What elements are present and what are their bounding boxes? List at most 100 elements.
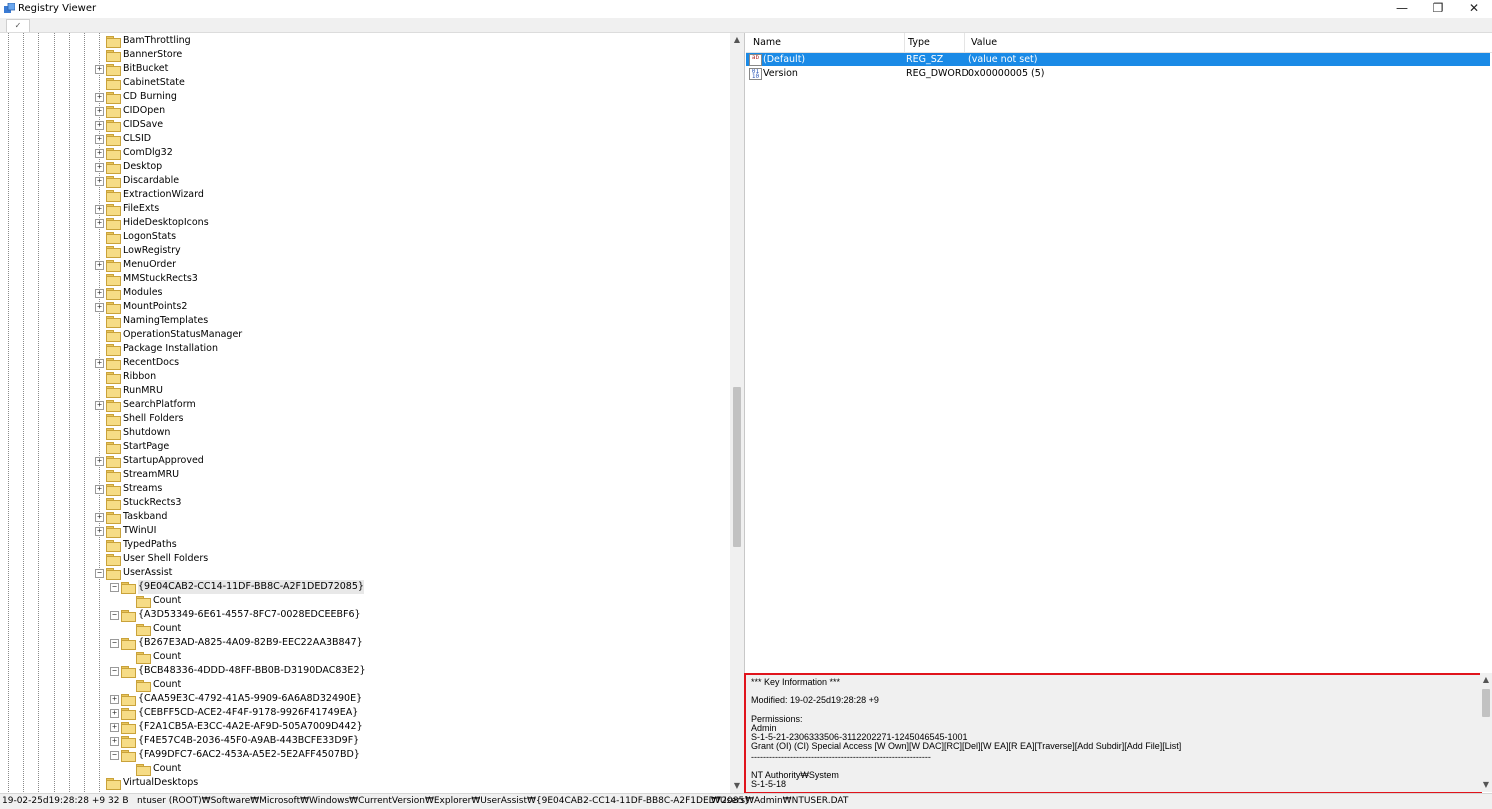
tree-item[interactable]: StartPage xyxy=(0,440,720,454)
collapse-icon[interactable]: − xyxy=(110,583,119,592)
info-scroll-thumb[interactable] xyxy=(1482,689,1490,717)
tree-item[interactable]: BamThrottling xyxy=(0,34,720,48)
expand-icon[interactable]: + xyxy=(110,737,119,746)
expand-icon[interactable]: + xyxy=(95,527,104,536)
tree-item[interactable]: NamingTemplates xyxy=(0,314,720,328)
expand-icon[interactable]: + xyxy=(95,401,104,410)
tree-scrollbar[interactable]: ▲ ▼ xyxy=(730,33,744,793)
tree-item[interactable]: + TWinUI xyxy=(0,524,720,538)
expand-icon[interactable]: + xyxy=(95,107,104,116)
collapse-icon[interactable]: − xyxy=(110,751,119,760)
expand-icon[interactable]: + xyxy=(95,135,104,144)
toolbar-tab[interactable]: ✓ xyxy=(6,19,30,32)
tree-item[interactable]: Count xyxy=(0,650,720,664)
scroll-up-icon[interactable]: ▲ xyxy=(1480,673,1492,687)
tree-item[interactable]: TypedPaths xyxy=(0,538,720,552)
expand-icon[interactable]: + xyxy=(95,457,104,466)
tree-item[interactable]: + CLSID xyxy=(0,132,720,146)
collapse-icon[interactable]: − xyxy=(110,611,119,620)
collapse-icon[interactable]: − xyxy=(95,569,104,578)
expand-icon[interactable]: + xyxy=(95,219,104,228)
tree-item[interactable]: + {CAA59E3C-4792-41A5-9909-6A6A8D32490E} xyxy=(0,692,720,706)
tree-item[interactable]: Package Installation xyxy=(0,342,720,356)
tree-item[interactable]: + Streams xyxy=(0,482,720,496)
expand-icon[interactable]: + xyxy=(95,513,104,522)
expand-icon[interactable]: + xyxy=(110,723,119,732)
minimize-button[interactable]: — xyxy=(1384,0,1420,18)
tree-item[interactable]: − {A3D53349-6E61-4557-8FC7-0028EDCEEBF6} xyxy=(0,608,720,622)
tree-item[interactable]: + MenuOrder xyxy=(0,258,720,272)
expand-icon[interactable]: + xyxy=(95,485,104,494)
collapse-icon[interactable]: − xyxy=(110,667,119,676)
tree-item[interactable]: Ribbon xyxy=(0,370,720,384)
restore-button[interactable]: ❐ xyxy=(1420,0,1456,18)
tree-item[interactable]: MMStuckRects3 xyxy=(0,272,720,286)
tree-item[interactable]: Shell Folders xyxy=(0,412,720,426)
expand-icon[interactable]: + xyxy=(95,289,104,298)
tree-item[interactable]: Count xyxy=(0,678,720,692)
info-scrollbar[interactable]: ▲ ▼ xyxy=(1480,673,1492,792)
tree-item[interactable]: − {9E04CAB2-CC14-11DF-BB8C-A2F1DED72085} xyxy=(0,580,720,594)
collapse-icon[interactable]: − xyxy=(110,639,119,648)
tree-item[interactable]: + Desktop xyxy=(0,160,720,174)
tree-item[interactable]: Count xyxy=(0,622,720,636)
tree-scroll-thumb[interactable] xyxy=(733,387,741,547)
tree-item[interactable]: LogonStats xyxy=(0,230,720,244)
expand-icon[interactable]: + xyxy=(110,695,119,704)
scroll-down-icon[interactable]: ▼ xyxy=(1480,778,1492,792)
tree-item[interactable]: + CD Burning xyxy=(0,90,720,104)
values-list[interactable]: Name Type Value ab (Default) REG_SZ (val… xyxy=(746,33,1492,669)
value-row-version[interactable]: 01 10 Version REG_DWORD 0x00000005 (5) xyxy=(746,67,1490,80)
tree-item[interactable]: + CIDOpen xyxy=(0,104,720,118)
tree-item[interactable]: OperationStatusManager xyxy=(0,328,720,342)
tree-item[interactable]: + BitBucket xyxy=(0,62,720,76)
tree-item[interactable]: − {BCB48336-4DDD-48FF-BB0B-D3190DAC83E2} xyxy=(0,664,720,678)
tree-item[interactable]: Shutdown xyxy=(0,426,720,440)
scroll-down-icon[interactable]: ▼ xyxy=(730,779,744,793)
tree-item[interactable]: + {F4E57C4B-2036-45F0-A9AB-443BCFE33D9F} xyxy=(0,734,720,748)
tree-item[interactable]: LowRegistry xyxy=(0,244,720,258)
close-button[interactable]: ✕ xyxy=(1456,0,1492,18)
tree-item[interactable]: + ComDlg32 xyxy=(0,146,720,160)
expand-icon[interactable]: + xyxy=(95,93,104,102)
value-row-default[interactable]: ab (Default) REG_SZ (value not set) xyxy=(746,53,1490,66)
scroll-up-icon[interactable]: ▲ xyxy=(730,33,744,47)
column-name[interactable]: Name xyxy=(753,37,781,48)
tree-item[interactable]: CabinetState xyxy=(0,76,720,90)
tree-item[interactable]: + Taskband xyxy=(0,510,720,524)
expand-icon[interactable]: + xyxy=(95,65,104,74)
tree-item[interactable]: + {F2A1CB5A-E3CC-4A2E-AF9D-505A7009D442} xyxy=(0,720,720,734)
tree-item[interactable]: + RecentDocs xyxy=(0,356,720,370)
column-type[interactable]: Type xyxy=(908,37,930,48)
tree-item[interactable]: User Shell Folders xyxy=(0,552,720,566)
tree-item[interactable]: + {CEBFF5CD-ACE2-4F4F-9178-9926F41749EA} xyxy=(0,706,720,720)
tree-item[interactable]: + HideDesktopIcons xyxy=(0,216,720,230)
expand-icon[interactable]: + xyxy=(95,163,104,172)
tree-item[interactable]: − UserAssist xyxy=(0,566,720,580)
tree-item[interactable]: + Modules xyxy=(0,286,720,300)
expand-icon[interactable]: + xyxy=(95,303,104,312)
tree-item[interactable]: + SearchPlatform xyxy=(0,398,720,412)
registry-tree[interactable]: BamThrottling BannerStore + BitBucket Cabine… xyxy=(0,33,745,793)
expand-icon[interactable]: + xyxy=(95,177,104,186)
tree-item[interactable]: Count xyxy=(0,762,720,776)
tree-item[interactable]: + MountPoints2 xyxy=(0,300,720,314)
tree-item[interactable]: RunMRU xyxy=(0,384,720,398)
tree-item[interactable]: VirtualDesktops xyxy=(0,776,720,790)
expand-icon[interactable]: + xyxy=(95,205,104,214)
tree-item[interactable]: + FileExts xyxy=(0,202,720,216)
key-information-panel[interactable]: *** Key Information *** Modified: 19-02-… xyxy=(744,673,1482,794)
column-value[interactable]: Value xyxy=(971,37,997,48)
tree-item[interactable]: StreamMRU xyxy=(0,468,720,482)
tree-item[interactable]: − {FA99DFC7-6AC2-453A-A5E2-5E2AFF4507BD} xyxy=(0,748,720,762)
tree-item[interactable]: + Discardable xyxy=(0,174,720,188)
tree-item[interactable]: − {B267E3AD-A825-4A09-82B9-EEC22AA3B847} xyxy=(0,636,720,650)
tree-item[interactable]: ExtractionWizard xyxy=(0,188,720,202)
expand-icon[interactable]: + xyxy=(95,121,104,130)
tree-item[interactable]: StuckRects3 xyxy=(0,496,720,510)
expand-icon[interactable]: + xyxy=(110,709,119,718)
tree-item[interactable]: + CIDSave xyxy=(0,118,720,132)
tree-item[interactable]: BannerStore xyxy=(0,48,720,62)
expand-icon[interactable]: + xyxy=(95,261,104,270)
expand-icon[interactable]: + xyxy=(95,149,104,158)
